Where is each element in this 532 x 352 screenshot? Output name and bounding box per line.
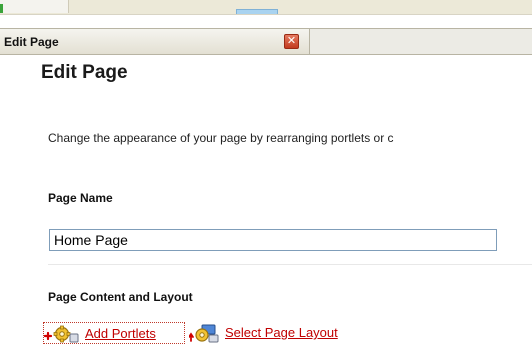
page-name-label: Page Name [48, 191, 113, 205]
window-title: Edit Page [4, 35, 59, 49]
select-page-layout-button[interactable]: Select Page Layout [189, 322, 389, 344]
window-tab-bar [310, 28, 532, 55]
page-content-layout-label: Page Content and Layout [48, 290, 193, 304]
add-portlets-link[interactable]: Add Portlets [85, 326, 156, 341]
window-tab[interactable]: Edit Page ✕ [0, 28, 310, 55]
select-page-layout-link[interactable]: Select Page Layout [225, 325, 338, 340]
section-divider [48, 264, 532, 265]
add-portlets-button[interactable]: Add Portlets [43, 322, 185, 344]
browser-tab-marker [0, 4, 3, 13]
browser-tab-highlight[interactable] [236, 9, 278, 14]
close-icon: ✕ [286, 35, 297, 47]
layout-gear-icon [189, 324, 219, 343]
browser-tab[interactable] [0, 0, 69, 13]
page-description: Change the appearance of your page by re… [48, 131, 394, 145]
close-button[interactable]: ✕ [284, 34, 299, 49]
add-gear-icon [44, 325, 79, 343]
page-name-input[interactable] [49, 229, 497, 251]
browser-chrome-strip [0, 0, 532, 15]
page-title: Edit Page [41, 62, 128, 83]
